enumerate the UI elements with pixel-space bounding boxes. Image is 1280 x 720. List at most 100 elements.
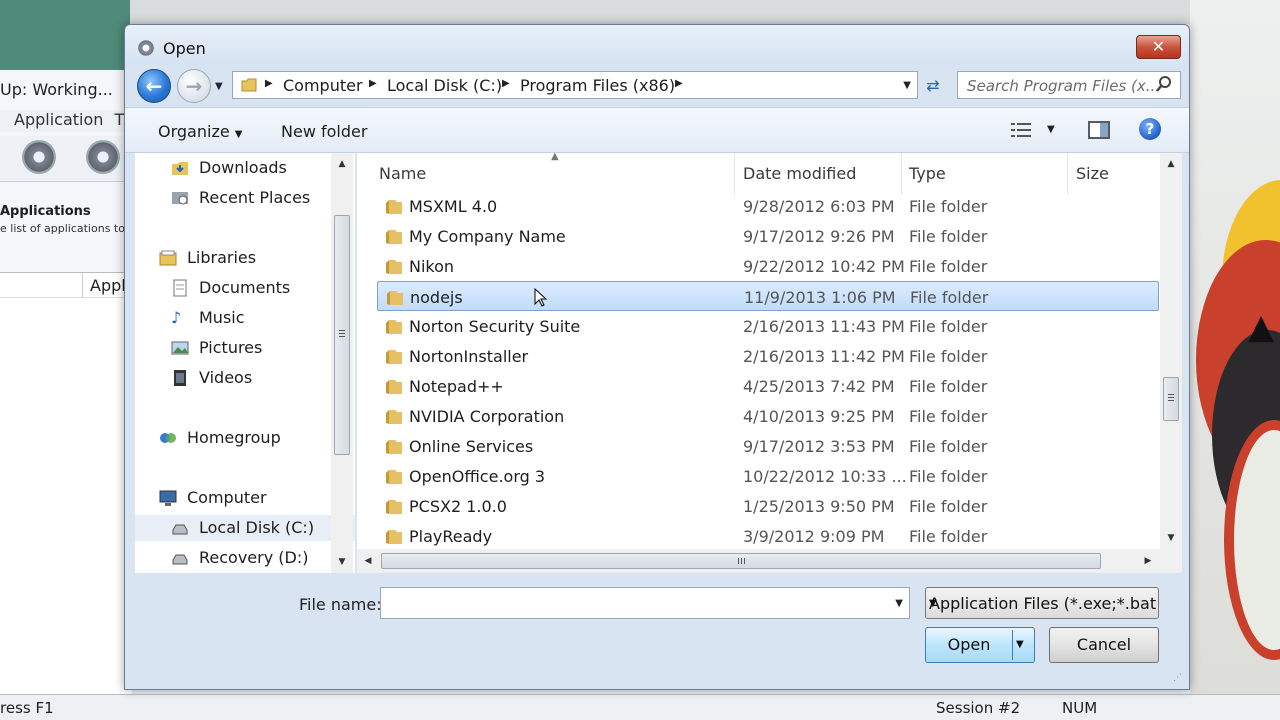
chevron-down-icon: ▼ bbox=[929, 598, 937, 609]
drive-icon bbox=[172, 554, 188, 565]
chevron-down-icon[interactable]: ▼ bbox=[895, 598, 903, 609]
nav-item-recent-places[interactable]: Recent Places bbox=[171, 185, 355, 211]
organize-button[interactable]: Organize ▼ bbox=[158, 122, 242, 141]
statusbar-num: NUM bbox=[1062, 699, 1098, 717]
file-row[interactable]: Online Services 9/17/2012 3:53 PM File f… bbox=[377, 431, 1159, 461]
libraries-icon bbox=[159, 250, 177, 266]
horizontal-scrollbar[interactable]: ◀ ▶ bbox=[357, 549, 1161, 573]
refresh-icon[interactable]: ⇄ bbox=[921, 73, 945, 99]
gear-icon bbox=[137, 39, 155, 57]
breadcrumb-computer[interactable]: Computer bbox=[283, 76, 363, 95]
file-row[interactable]: Norton Security Suite 2/16/2013 11:43 PM… bbox=[377, 311, 1159, 341]
file-row[interactable]: MSXML 4.0 9/28/2012 6:03 PM File folder bbox=[377, 191, 1159, 221]
address-bar[interactable]: ▶ Computer ▶ Local Disk (C:) ▶ Program F… bbox=[232, 71, 918, 99]
nav-item-documents[interactable]: Documents bbox=[171, 275, 355, 301]
chevron-right-icon[interactable]: ▶ bbox=[369, 78, 377, 89]
folder-icon bbox=[386, 440, 402, 454]
nav-item-pictures[interactable]: Pictures bbox=[171, 335, 355, 361]
music-icon: ♪ bbox=[171, 308, 182, 327]
search-icon[interactable] bbox=[1156, 76, 1172, 94]
background-section-subtitle: e list of applications to bbox=[0, 222, 125, 235]
file-list-scrollbar[interactable]: ▲ ▼ bbox=[1160, 153, 1182, 573]
cancel-button[interactable]: Cancel bbox=[1049, 627, 1159, 663]
nav-item-downloads[interactable]: Downloads bbox=[171, 155, 355, 181]
views-icon[interactable] bbox=[1011, 122, 1031, 138]
scroll-thumb[interactable] bbox=[334, 215, 350, 455]
breadcrumb-program-files[interactable]: Program Files (x86) bbox=[520, 76, 675, 95]
file-name-label: File name: bbox=[299, 595, 382, 614]
forward-button[interactable]: → bbox=[177, 69, 211, 103]
nav-item-homegroup[interactable]: Homegroup bbox=[159, 425, 355, 451]
open-button[interactable]: Open ▼ bbox=[925, 627, 1035, 663]
chevron-down-icon[interactable]: ▼ bbox=[1016, 628, 1024, 662]
file-row[interactable]: PlayReady 3/9/2012 9:09 PM File folder bbox=[377, 521, 1159, 551]
file-row[interactable]: OpenOffice.org 3 10/22/2012 10:33 ... Fi… bbox=[377, 461, 1159, 491]
folder-icon bbox=[386, 350, 402, 364]
nav-item-recovery[interactable]: Recovery (D:) bbox=[171, 545, 355, 571]
background-menu: Application T bbox=[0, 110, 132, 132]
chevron-right-icon[interactable]: ▶ bbox=[502, 78, 510, 89]
file-row[interactable]: My Company Name 9/17/2012 9:26 PM File f… bbox=[377, 221, 1159, 251]
background-statusbar: ress F1 Session #2 NUM bbox=[0, 694, 1280, 720]
scroll-up-icon[interactable]: ▲ bbox=[331, 153, 353, 175]
scroll-thumb[interactable] bbox=[381, 553, 1101, 569]
help-icon[interactable]: ? bbox=[1139, 118, 1161, 140]
breadcrumb-local-disk[interactable]: Local Disk (C:) bbox=[387, 76, 502, 95]
file-type-filter[interactable]: Application Files (*.exe;*.bat ▼ bbox=[925, 587, 1159, 619]
nav-item-music[interactable]: ♪ Music bbox=[171, 305, 355, 331]
recent-locations-dropdown[interactable]: ▼ bbox=[215, 81, 223, 92]
column-header-name[interactable]: Name ▲ bbox=[379, 153, 735, 195]
preview-pane-icon[interactable] bbox=[1088, 121, 1110, 139]
file-row[interactable]: PCSX2 1.0.0 1/25/2013 9:50 PM File folde… bbox=[377, 491, 1159, 521]
file-row[interactable]: NortonInstaller 2/16/2013 11:42 PM File … bbox=[377, 341, 1159, 371]
recent-places-icon bbox=[172, 192, 188, 205]
navigation-scrollbar[interactable]: ▲ ▼ bbox=[331, 153, 353, 573]
mouse-cursor-icon bbox=[534, 288, 548, 307]
background-section-title: Applications bbox=[0, 204, 91, 219]
column-header-type[interactable]: Type bbox=[909, 153, 1069, 195]
scroll-right-icon[interactable]: ▶ bbox=[1137, 549, 1159, 573]
background-menu-t[interactable]: T bbox=[115, 110, 125, 129]
file-row-selected[interactable]: nodejs 11/9/2013 1:06 PM File folder bbox=[377, 281, 1159, 311]
nav-item-local-disk[interactable]: Local Disk (C:) bbox=[135, 515, 355, 541]
column-header-date-modified[interactable]: Date modified bbox=[743, 153, 903, 195]
folder-icon bbox=[386, 530, 402, 544]
gear-icon[interactable] bbox=[86, 140, 120, 174]
background-menu-application[interactable]: Application bbox=[14, 110, 103, 129]
chevron-right-icon[interactable]: ▶ bbox=[265, 78, 273, 89]
scroll-down-icon[interactable]: ▼ bbox=[1160, 527, 1182, 549]
arrow-left-icon: ← bbox=[145, 74, 163, 98]
file-row[interactable]: NVIDIA Corporation 4/10/2013 9:25 PM Fil… bbox=[377, 401, 1159, 431]
gear-icon[interactable] bbox=[22, 140, 56, 174]
chevron-down-icon[interactable]: ▼ bbox=[903, 80, 911, 91]
scroll-down-icon[interactable]: ▼ bbox=[331, 551, 353, 573]
search-input[interactable]: Search Program Files (x... bbox=[957, 71, 1181, 99]
file-name-input[interactable]: ▼ bbox=[380, 587, 910, 619]
close-button[interactable]: ✕ bbox=[1136, 35, 1181, 59]
chevron-down-icon[interactable]: ▼ bbox=[1047, 124, 1055, 135]
file-row[interactable]: Notepad++ 4/25/2013 7:42 PM File folder bbox=[377, 371, 1159, 401]
background-column-label[interactable]: Appl bbox=[90, 276, 126, 295]
resize-grip-icon[interactable]: ⋰ bbox=[1173, 673, 1185, 685]
new-folder-button[interactable]: New folder bbox=[281, 122, 367, 141]
file-row[interactable]: Nikon 9/22/2012 10:42 PM File folder bbox=[377, 251, 1159, 281]
folder-icon bbox=[386, 260, 402, 274]
scroll-up-icon[interactable]: ▲ bbox=[1160, 153, 1182, 175]
nav-item-computer[interactable]: Computer bbox=[159, 485, 355, 511]
folder-icon bbox=[386, 380, 402, 394]
statusbar-session: Session #2 bbox=[936, 699, 1021, 717]
background-toolbar bbox=[0, 136, 132, 182]
open-button-label: Open bbox=[947, 635, 991, 654]
column-header-size[interactable]: Size bbox=[1076, 153, 1156, 195]
pictures-icon bbox=[171, 341, 189, 355]
chevron-right-icon[interactable]: ▶ bbox=[675, 78, 683, 89]
tree-icon: ▲ bbox=[1248, 307, 1275, 347]
dialog-titlebar[interactable]: Open ✕ bbox=[125, 25, 1189, 65]
nav-item-videos[interactable]: Videos bbox=[171, 365, 355, 391]
downloads-icon bbox=[172, 162, 188, 175]
nav-item-libraries[interactable]: Libraries bbox=[159, 245, 355, 271]
scroll-left-icon[interactable]: ◀ bbox=[357, 549, 379, 573]
scroll-thumb[interactable] bbox=[1163, 377, 1179, 421]
back-button[interactable]: ← bbox=[137, 69, 171, 103]
folder-icon bbox=[386, 500, 402, 514]
